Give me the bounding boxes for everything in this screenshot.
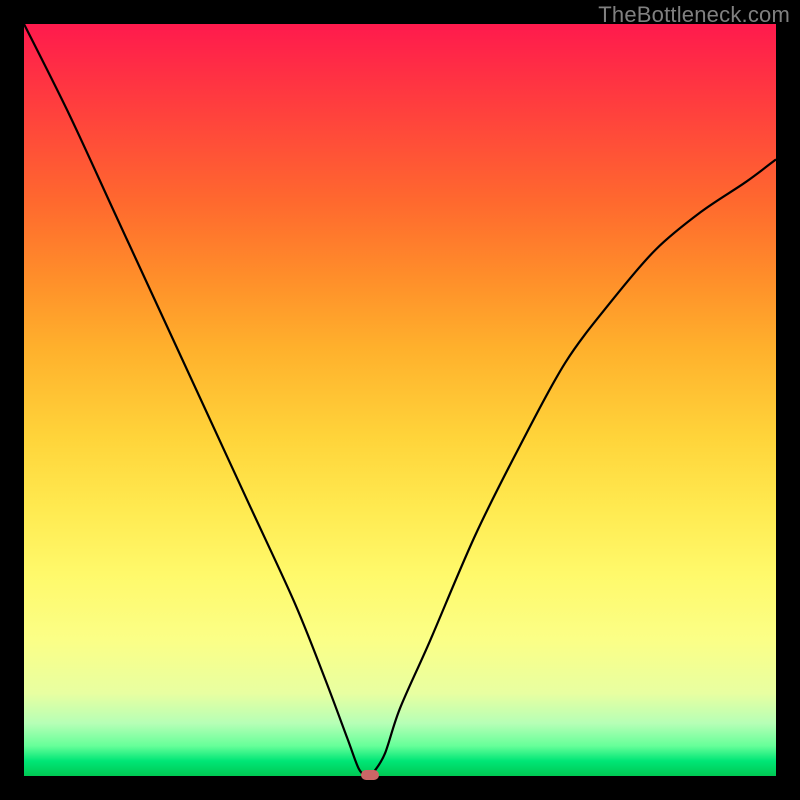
watermark-text: TheBottleneck.com [598, 2, 790, 28]
optimum-marker [361, 770, 379, 780]
chart-plot-area [24, 24, 776, 776]
curve-path [24, 24, 776, 777]
chart-frame: TheBottleneck.com [0, 0, 800, 800]
bottleneck-curve [24, 24, 776, 776]
